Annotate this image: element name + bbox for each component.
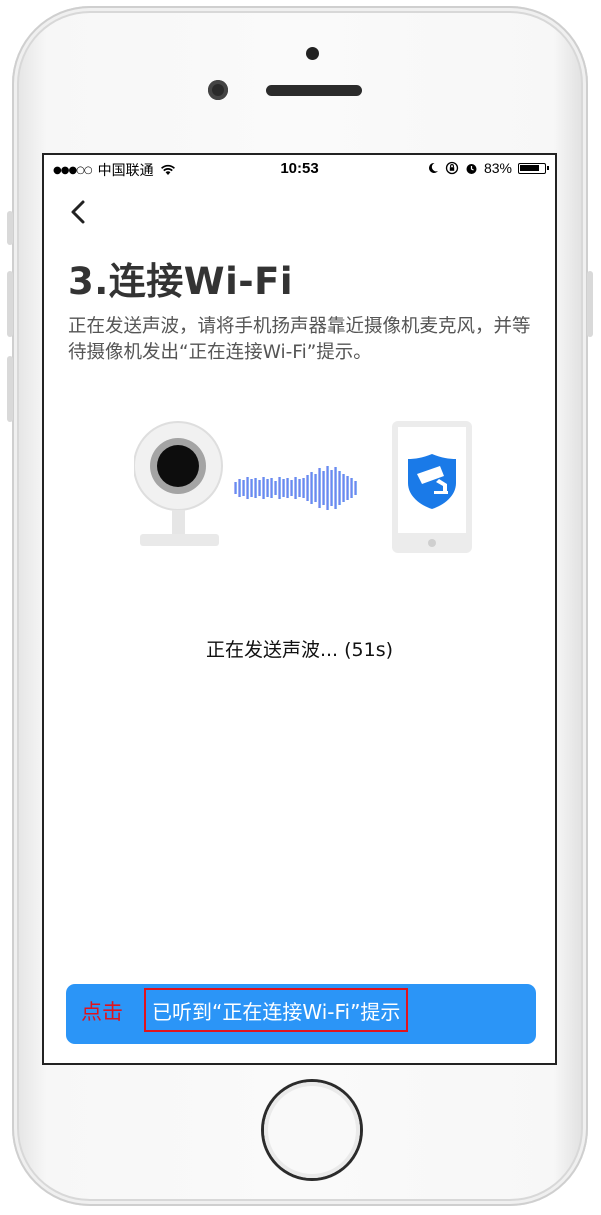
- home-button[interactable]: [264, 1082, 360, 1178]
- heard-prompt-button[interactable]: 点击 已听到“正在连接Wi-Fi”提示: [66, 984, 536, 1044]
- status-right: 83%: [427, 160, 549, 176]
- earpiece-speaker: [266, 85, 362, 96]
- alarm-icon: [466, 163, 477, 174]
- proximity-sensor: [306, 47, 319, 60]
- moon-icon: [428, 162, 438, 173]
- pairing-illustration: [134, 421, 472, 553]
- chevron-left-icon[interactable]: [66, 197, 92, 227]
- battery-level-fill: [520, 164, 539, 171]
- sound-wave-icon: [234, 466, 357, 510]
- app-screen: ●●●○○ 中国联通 10:53 83% 3.连接Wi-Fi 正在发送声波，请将…: [42, 153, 557, 1065]
- orientation-lock-icon: [445, 161, 459, 175]
- battery-percentage: 83%: [483, 160, 512, 176]
- sending-status-text: 正在发送声波... (51s): [205, 639, 394, 661]
- front-camera: [208, 80, 228, 100]
- power-button: [587, 271, 593, 337]
- heard-prompt-button-label[interactable]: 已听到“正在连接Wi-Fi”提示: [144, 988, 409, 1032]
- click-hint-label: 点击: [81, 1000, 123, 1024]
- status-bar: ●●●○○ 中国联通 10:53 83%: [44, 155, 555, 183]
- volume-down-button: [7, 356, 13, 422]
- volume-up-button: [7, 271, 13, 337]
- camera-icon: [134, 421, 223, 546]
- mute-switch: [7, 211, 13, 245]
- battery-icon: [518, 162, 549, 174]
- instruction-text: 正在发送声波，请将手机扬声器靠近摄像机麦克风，并等待摄像机发出“正在连接Wi-F…: [68, 316, 531, 363]
- phone-illustration: [392, 421, 472, 553]
- page-title: 3.连接Wi-Fi: [68, 260, 294, 303]
